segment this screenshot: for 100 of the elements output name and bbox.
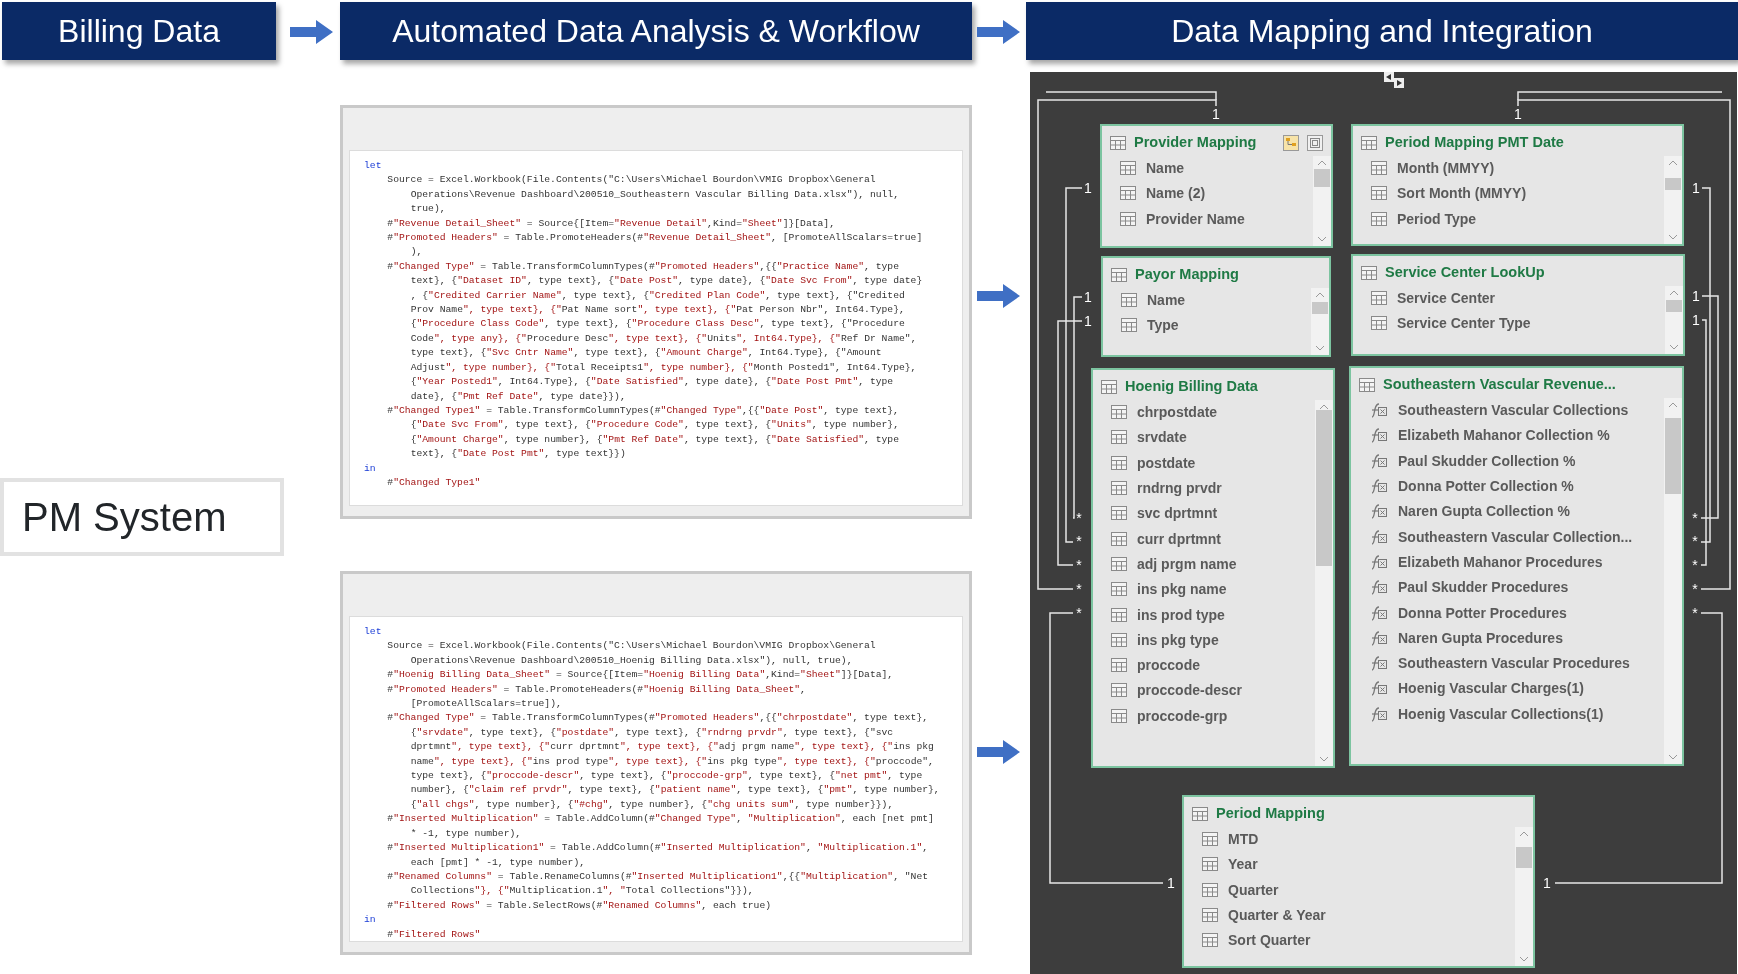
- cardinality-label: 1: [1543, 876, 1551, 890]
- measure-icon: [1369, 580, 1388, 596]
- column-icon: [1111, 708, 1127, 724]
- code-line: in: [364, 913, 376, 928]
- code-line: #"Promoted Headers" = Table.PromoteHeaders(#"Revenue Detail_Sheet", [PromoteAllScalars=true]: [386, 231, 923, 246]
- field-name: Paul Skudder Collection %: [1398, 451, 1576, 471]
- column-icon: [1202, 882, 1218, 898]
- field-name: rndrng prvdr: [1137, 479, 1222, 499]
- hierarchy-icon: [1283, 135, 1299, 151]
- cardinality-label: 1: [1084, 181, 1092, 195]
- field-name: proccode: [1137, 656, 1200, 676]
- field-name: proccode-grp: [1137, 706, 1228, 726]
- field-name: Naren Gupta Collection %: [1398, 502, 1570, 522]
- measure-icon: [1369, 479, 1388, 495]
- measure-icon: [1369, 554, 1388, 570]
- column-icon: [1202, 933, 1218, 949]
- chevron-down-icon: [1319, 756, 1329, 762]
- table-title: Payor Mapping: [1135, 265, 1239, 285]
- field-name: proccode-descr: [1137, 681, 1243, 701]
- table-title: Hoenig Billing Data: [1125, 377, 1258, 397]
- cardinality-label: *: [1076, 534, 1082, 548]
- table-icon: [1359, 378, 1375, 392]
- field-name: chrpostdate: [1137, 403, 1218, 423]
- measure-icon: [1369, 529, 1388, 545]
- field-name: Name: [1146, 159, 1185, 179]
- code-line: #"Filtered Rows": [386, 927, 481, 941]
- field-name: Type: [1147, 316, 1179, 336]
- column-icon: [1111, 506, 1127, 522]
- table-title: Service Center LookUp: [1385, 263, 1545, 283]
- code-line: {"Date Svc From", type text}, {"Procedure Code", type text}, {"Units", type number},: [409, 418, 899, 433]
- field-name: MTD: [1228, 830, 1259, 850]
- chevron-down-icon: [1668, 754, 1678, 760]
- column-icon: [1111, 607, 1127, 623]
- cardinality-label: 1: [1084, 290, 1092, 304]
- field-name: Month (MMYY): [1397, 159, 1495, 179]
- flow-arrow: [977, 19, 1021, 45]
- measure-icon: [1369, 403, 1388, 419]
- column-icon: [1120, 186, 1136, 202]
- field-name: Name (2): [1146, 184, 1206, 204]
- cardinality-label: 1: [1084, 314, 1092, 328]
- code-line: Collections"}, {"Multiplication.1", "Total Collections"}}),: [409, 884, 754, 899]
- code-line: {"Amount Charge", type number}, {"Pmt Ref Date", type text}, {"Date Satisfied", type: [409, 432, 899, 447]
- column-icon: [1202, 908, 1218, 924]
- field-name: ins prod type: [1137, 605, 1225, 625]
- column-icon: [1371, 316, 1387, 332]
- field-name: Quarter: [1228, 880, 1279, 900]
- field-name: Service Center: [1397, 289, 1496, 309]
- cardinality-label: *: [1692, 558, 1698, 572]
- scrollbar-thumb: [1665, 177, 1681, 190]
- chevron-up-icon: [1319, 404, 1329, 410]
- code-line: type text}, {"Svc Cntr Name", type text}, {"Amount Charge", Int64.Type}, {"Amount: [409, 346, 882, 361]
- code-line: Operations\Revenue Dashboard\200510_Hoenig Billing Data.xlsx"), null, true),: [409, 653, 853, 668]
- field-name: Southeastern Vascular Collections: [1398, 401, 1629, 421]
- code-line: text}, {"Dataset ID", type text}, {"Date Post", type date}, {"Date Svc From", type date}: [409, 274, 923, 289]
- table-title: Provider Mapping: [1134, 133, 1257, 153]
- cardinality-label: *: [1076, 606, 1082, 620]
- field-name: Elizabeth Mahanor Collection %: [1398, 426, 1610, 446]
- cardinality-label: 1: [1167, 876, 1175, 890]
- field-name: svc dprtmnt: [1137, 504, 1218, 524]
- column-icon: [1111, 582, 1127, 598]
- code-line: type text}, {"proccode-descr", type text}, {"proccode-grp", type text}, {"net pmt", type: [409, 769, 923, 784]
- table-icon: [1192, 807, 1208, 821]
- table-icon: [1361, 136, 1377, 150]
- chevron-down-icon: [1519, 956, 1529, 962]
- column-icon: [1111, 531, 1127, 547]
- code-line: in: [364, 461, 376, 476]
- flow-arrow: [977, 739, 1021, 765]
- scrollbar-thumb: [1314, 169, 1330, 187]
- cardinality-label: *: [1692, 511, 1698, 525]
- column-icon: [1111, 481, 1127, 497]
- code-line: Adjust", type number}, {"Total Receipts1", type number}, {"Month Posted1", Int64.Type},: [409, 360, 917, 375]
- table-icon: [1101, 380, 1117, 394]
- column-icon: [1120, 211, 1136, 227]
- measure-icon: [1369, 605, 1388, 621]
- table-icon: [1110, 136, 1126, 150]
- code-line: #"Changed Type1" = Table.TransformColumnTypes(#"Changed Type",{{"Date Post", type text},: [386, 403, 899, 418]
- cardinality-label: 1: [1692, 313, 1700, 327]
- code-line: {"Year Posted1", Int64.Type}, {"Date Satisfied", type date}, {"Date Post Pmt", type: [409, 375, 894, 390]
- column-icon: [1111, 632, 1127, 648]
- code-line: Operations\Revenue Dashboard\200510_Southeastern Vascular Billing Data.xlsx"), null,: [409, 187, 899, 202]
- measure-icon: [1369, 453, 1388, 469]
- chevron-up-icon: [1315, 292, 1325, 298]
- code-line: ),: [409, 245, 423, 260]
- chevron-down-icon: [1669, 344, 1679, 350]
- column-icon: [1111, 430, 1127, 446]
- flow-arrow: [977, 283, 1021, 309]
- code-line: Source = Excel.Workbook(File.Contents("C:\Users\Michael Bourdon\VMIG Dropbox\General: [386, 173, 876, 188]
- table-title: Period Mapping PMT Date: [1385, 133, 1564, 153]
- code-line: , {"Credited Carrier Name", type text}, {"Credited Plan Code", type text}, {"Credited: [409, 288, 905, 303]
- column-icon: [1202, 857, 1218, 873]
- code-line: #"Revenue Detail_Sheet" = Source{[Item="Revenue Detail",Kind="Sheet"]}[Data],: [386, 216, 835, 231]
- chevron-up-icon: [1317, 160, 1327, 166]
- column-icon: [1121, 318, 1137, 334]
- column-icon: [1202, 832, 1218, 848]
- code-line: Source = Excel.Workbook(File.Contents("C:\Users\Michael Bourdon\VMIG Dropbox\General: [386, 639, 876, 654]
- code-line: text}, {"Date Post Pmt", type text}}): [409, 447, 626, 462]
- code-line: let: [364, 159, 382, 173]
- code-line: [PromoteAllScalars=true]),: [409, 697, 562, 712]
- section-header: Automated Data Analysis & Workflow: [340, 2, 972, 60]
- column-icon: [1371, 291, 1387, 307]
